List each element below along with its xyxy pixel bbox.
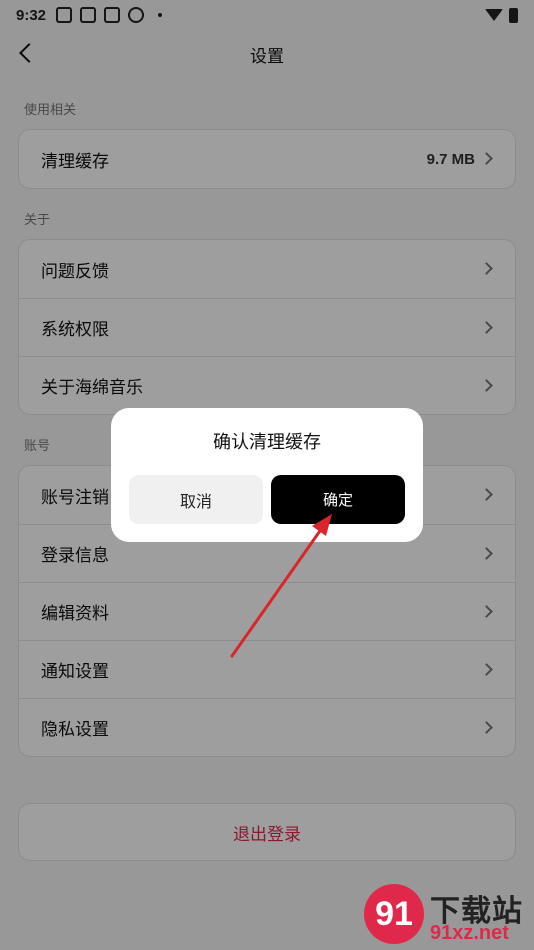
annotation-arrow xyxy=(230,514,332,658)
watermark-url: 91xz.net xyxy=(430,922,509,944)
watermark-logo: 91 xyxy=(364,884,424,944)
annotation-arrow-line xyxy=(230,526,324,658)
annotation-arrow-head xyxy=(312,514,332,536)
watermark: 91 下载站 91xz.net xyxy=(358,880,534,950)
